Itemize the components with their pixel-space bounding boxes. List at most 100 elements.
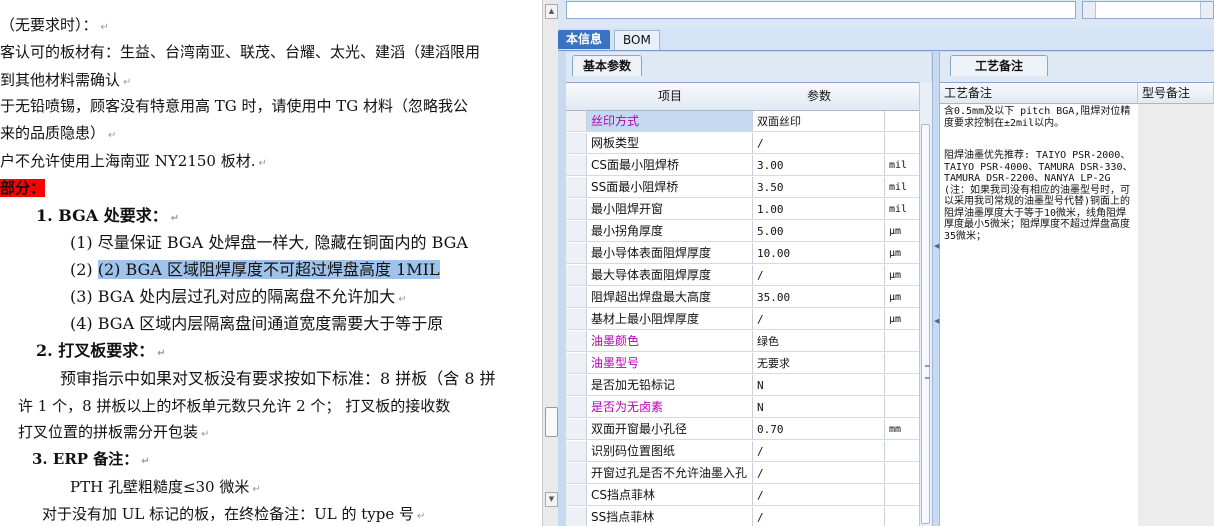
- row-header[interactable]: [566, 221, 587, 242]
- cell-unit: μm: [885, 265, 919, 286]
- cell-param-value[interactable]: 无要求: [753, 353, 885, 374]
- cell-param-value[interactable]: 35.00: [753, 287, 885, 308]
- collapse-left-icon[interactable]: ◀: [934, 242, 939, 250]
- row-header[interactable]: [566, 441, 587, 462]
- table-row[interactable]: 识别码位置图纸 /: [566, 441, 919, 463]
- row-header[interactable]: [566, 375, 587, 396]
- scroll-up-icon[interactable]: ▲: [545, 4, 558, 19]
- cell-param-value[interactable]: /: [753, 265, 885, 286]
- cell-param-value[interactable]: 3.00: [753, 155, 885, 176]
- cell-unit: μm: [885, 287, 919, 308]
- table-row[interactable]: CS面最小阻焊桥 3.00 mil: [566, 155, 919, 177]
- cell-param-value[interactable]: /: [753, 133, 885, 154]
- table-row[interactable]: 最小拐角厚度 5.00 μm: [566, 221, 919, 243]
- row-header[interactable]: [566, 111, 587, 132]
- cell-param-value[interactable]: /: [753, 463, 885, 484]
- model-remark-cell[interactable]: [1138, 104, 1214, 526]
- scrollbar-thumb[interactable]: [921, 124, 930, 524]
- cell-param-value[interactable]: 10.00: [753, 243, 885, 264]
- row-header[interactable]: [566, 243, 587, 264]
- cell-unit: [885, 353, 919, 374]
- table-row[interactable]: 最小导体表面阻焊厚度 10.00 μm: [566, 243, 919, 265]
- row-header[interactable]: [566, 265, 587, 286]
- row-header[interactable]: [566, 331, 587, 352]
- top-input-field[interactable]: [566, 1, 1076, 19]
- list-item: (4) BGA 区域内层隔离盘间通道宽度需要大于等于原: [70, 314, 444, 333]
- row-header[interactable]: [566, 199, 587, 220]
- column-header-model-remark[interactable]: 型号备注: [1138, 83, 1214, 104]
- table-row[interactable]: 最大导体表面阻焊厚度 / μm: [566, 265, 919, 287]
- word-document[interactable]: （无要求时）： ↵ 客认可的板材有：生益、台湾南亚、联茂、台耀、太光、建滔（建滔限…: [0, 0, 542, 526]
- collapse-left-icon[interactable]: ◀: [934, 317, 939, 325]
- cell-param-value[interactable]: N: [753, 375, 885, 396]
- remark-text: 含0.5mm及以下 pitch BGA,阻焊对位精度要求控制在±2mil以内。: [944, 106, 1131, 129]
- cell-param-value[interactable]: 5.00: [753, 221, 885, 242]
- top-horizontal-scrollbar[interactable]: [1082, 1, 1214, 19]
- cell-item-name: SS面最小阻焊桥: [587, 177, 753, 198]
- grid-scrollbar[interactable]: [919, 82, 932, 526]
- cell-param-value[interactable]: 1.00: [753, 199, 885, 220]
- cell-param-value[interactable]: N: [753, 397, 885, 418]
- column-header-process-remark[interactable]: 工艺备注: [940, 83, 1138, 104]
- table-row[interactable]: SS挡点菲林 /: [566, 507, 919, 526]
- table-row[interactable]: CS挡点菲林 /: [566, 485, 919, 507]
- row-header[interactable]: [566, 507, 587, 526]
- cell-param-value[interactable]: /: [753, 309, 885, 330]
- cell-param-value[interactable]: /: [753, 441, 885, 462]
- row-header[interactable]: [566, 463, 587, 484]
- row-header[interactable]: [566, 397, 587, 418]
- row-header[interactable]: [566, 485, 587, 506]
- table-row[interactable]: 是否为无卤素 N: [566, 397, 919, 419]
- table-row[interactable]: 基材上最小阻焊厚度 / μm: [566, 309, 919, 331]
- table-row[interactable]: 油墨颜色 绿色: [566, 331, 919, 353]
- row-header[interactable]: [566, 353, 587, 374]
- doc-paragraph: 许 1 个，8 拼板以上的坏板单元数只允许 2 个； 打叉板的接收数: [18, 397, 451, 415]
- tab-basic-info[interactable]: 本信息: [558, 30, 611, 49]
- row-header[interactable]: [566, 287, 587, 308]
- tab-bom[interactable]: BOM: [614, 30, 660, 50]
- cell-param-value[interactable]: 绿色: [753, 331, 885, 352]
- column-header-item[interactable]: 项目: [587, 83, 754, 111]
- row-header[interactable]: [566, 177, 587, 198]
- cell-param-value[interactable]: /: [753, 485, 885, 506]
- column-header-unit[interactable]: [885, 83, 919, 111]
- tab-process-remarks[interactable]: 工艺备注: [950, 55, 1049, 76]
- cell-unit: μm: [885, 309, 919, 330]
- table-row[interactable]: 网板类型 /: [566, 133, 919, 155]
- table-row[interactable]: 是否加无铅标记 N: [566, 375, 919, 397]
- heading-erp: 3. ERP 备注： ↵: [32, 450, 150, 468]
- erp-app-window: 本信息 BOM 基本参数 项目 参数 丝印方式 双面丝印 网板类型 / CS面最小阻焊桥…: [558, 0, 1214, 526]
- row-header[interactable]: [566, 155, 587, 176]
- pane-splitter[interactable]: ◀ ◀: [932, 52, 940, 526]
- cell-unit: [885, 375, 919, 396]
- row-header[interactable]: [566, 133, 587, 154]
- column-header-param[interactable]: 参数: [753, 83, 886, 111]
- scrollbar-thumb[interactable]: [545, 407, 558, 437]
- params-grid[interactable]: 项目 参数 丝印方式 双面丝印 网板类型 / CS面最小阻焊桥 3.00 mil SS面最小阻…: [566, 82, 919, 526]
- cell-param-value[interactable]: 0.70: [753, 419, 885, 440]
- row-header[interactable]: [566, 419, 587, 440]
- cell-unit: mil: [885, 177, 919, 198]
- doc-line: 于无铅喷锡，顾客没有特意用高 TG 时，请使用中 TG 材料（忽略我公: [0, 97, 469, 115]
- table-row[interactable]: 开窗过孔是否不允许油墨入孔 /: [566, 463, 919, 485]
- table-row[interactable]: 油墨型号 无要求: [566, 353, 919, 375]
- scroll-right-icon[interactable]: [1200, 2, 1213, 18]
- table-row[interactable]: SS面最小阻焊桥 3.50 mil: [566, 177, 919, 199]
- table-row[interactable]: 丝印方式 双面丝印: [566, 111, 919, 133]
- doc-line: 到其他材料需确认 ↵: [0, 71, 132, 89]
- table-row[interactable]: 双面开窗最小孔径 0.70 mm: [566, 419, 919, 441]
- cell-param-value[interactable]: /: [753, 507, 885, 526]
- cell-unit: [885, 397, 919, 418]
- scroll-left-icon[interactable]: [1083, 2, 1096, 18]
- process-remark-cell[interactable]: 含0.5mm及以下 pitch BGA,阻焊对位精度要求控制在±2mil以内。 …: [940, 104, 1139, 526]
- cell-param-value[interactable]: 双面丝印: [753, 111, 885, 132]
- heading-bga: 1. BGA 处要求： ↵: [36, 206, 180, 225]
- cell-item-name: 是否加无铅标记: [587, 375, 753, 396]
- document-scrollbar[interactable]: ▲ ▼: [542, 0, 559, 526]
- cell-param-value[interactable]: 3.50: [753, 177, 885, 198]
- table-row[interactable]: 最小阻焊开窗 1.00 mil: [566, 199, 919, 221]
- tab-basic-params[interactable]: 基本参数: [572, 55, 643, 76]
- row-header[interactable]: [566, 309, 587, 330]
- table-row[interactable]: 阻焊超出焊盘最大高度 35.00 μm: [566, 287, 919, 309]
- scroll-down-icon[interactable]: ▼: [545, 492, 558, 507]
